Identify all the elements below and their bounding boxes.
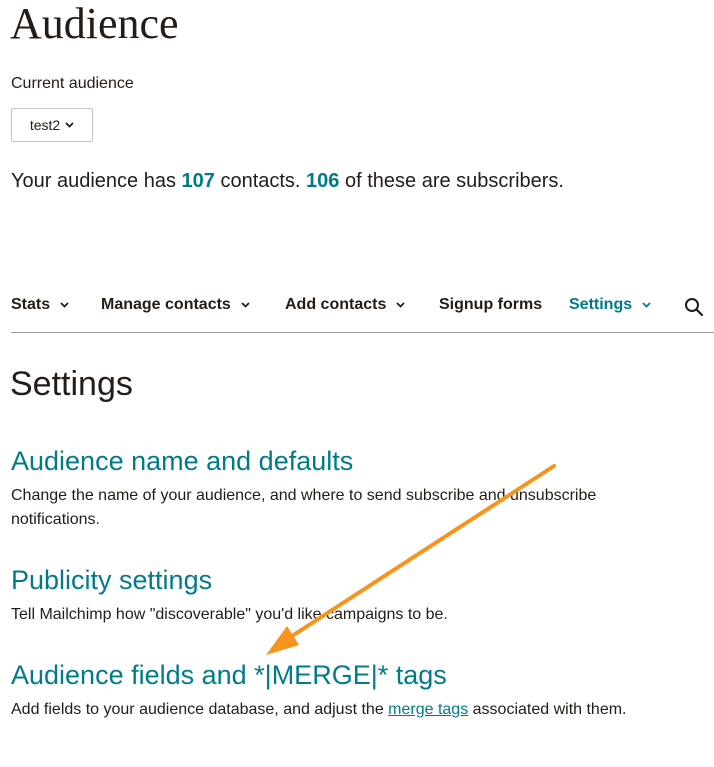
nav-item-signup-forms[interactable]: Signup forms (439, 296, 542, 314)
audience-fields-merge-tags-link[interactable]: Audience fields and *|MERGE|* tags (11, 658, 447, 692)
contacts-count: 107 (181, 170, 215, 192)
audience-name-defaults-link[interactable]: Audience name and defaults (11, 444, 353, 478)
audience-nav: Stats Manage contacts Add contacts Signu… (11, 292, 714, 333)
publicity-settings-desc: Tell Mailchimp how "discoverable" you'd … (11, 606, 448, 623)
audience-summary: Your audience has 107 contacts. 106 of t… (11, 170, 564, 192)
chevron-down-icon (396, 302, 405, 308)
search-button[interactable] (684, 297, 704, 322)
nav-item-add-contacts[interactable]: Add contacts (285, 296, 405, 314)
audience-fields-merge-tags-desc: Add fields to your audience database, an… (11, 701, 627, 718)
audience-select-value: test2 (29, 117, 61, 133)
merge-tags-link[interactable]: merge tags (388, 701, 468, 718)
chevron-down-icon (241, 302, 250, 308)
chevron-down-icon (65, 122, 74, 128)
nav-item-settings[interactable]: Settings (569, 296, 651, 314)
nav-item-stats[interactable]: Stats (11, 296, 69, 314)
nav-item-manage-contacts[interactable]: Manage contacts (101, 296, 250, 314)
current-audience-label: Current audience (11, 75, 134, 92)
search-icon (685, 298, 704, 317)
page-title: Audience (10, 0, 179, 48)
audience-select[interactable]: test2 (11, 108, 93, 142)
settings-heading: Settings (10, 365, 133, 403)
chevron-down-icon (60, 302, 69, 308)
subscribers-count: 106 (306, 170, 340, 192)
publicity-settings-link[interactable]: Publicity settings (11, 563, 212, 597)
audience-name-defaults-desc: Change the name of your audience, and wh… (11, 487, 597, 528)
chevron-down-icon (642, 302, 651, 308)
